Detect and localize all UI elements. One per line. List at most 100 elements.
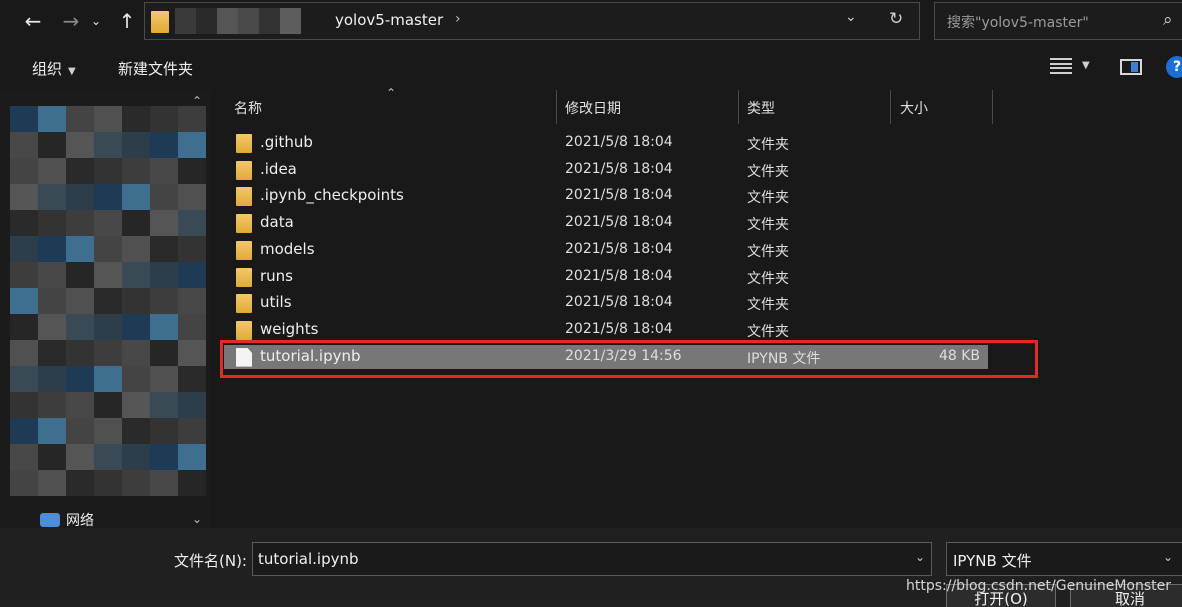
filetype-select[interactable]: IPYNB 文件 ⌄ [946,542,1182,576]
blur-cell [10,184,38,210]
new-folder-button[interactable]: 新建文件夹 [118,58,193,79]
chevron-down-icon[interactable]: ⌄ [915,550,925,564]
blur-cell [10,236,38,262]
column-header-name[interactable]: 名称 [234,90,262,124]
blur-cell [122,418,150,444]
blur-cell [38,236,66,262]
watermark-text: https://blog.csdn.net/GenuineMonster [906,578,1172,594]
file-type: 文件夹 [747,323,789,340]
blur-cell [122,392,150,418]
list-item[interactable]: .idea 2021/5/8 18:04 文件夹 [224,158,988,182]
column-header-type[interactable]: 类型 [747,90,775,124]
list-item[interactable]: utils 2021/5/8 18:04 文件夹 [224,291,988,315]
folder-icon [236,160,252,180]
blur-cell [38,106,66,132]
blur-cell [38,132,66,158]
list-item[interactable]: .github 2021/5/8 18:04 文件夹 [224,131,988,155]
triangle-down-icon: ▼ [68,66,76,77]
blurred-path [175,8,301,34]
address-bar[interactable]: yolov5-master › ⌄ ↻ [144,2,920,40]
blur-cell [10,418,38,444]
blur-cell [150,392,178,418]
column-divider[interactable] [556,90,557,124]
file-name: utils [260,293,292,312]
chevron-right-icon[interactable]: › [455,11,461,27]
file-date: 2021/5/8 18:04 [565,267,673,284]
filetype-value: IPYNB 文件 [953,552,1032,570]
file-type: 文件夹 [747,217,789,234]
filename-field[interactable]: tutorial.ipynb ⌄ [252,542,932,576]
folder-icon [151,11,169,33]
blur-cell [66,262,94,288]
organize-button[interactable]: 组织 ▼ [32,58,76,79]
search-input[interactable]: 搜索"yolov5-master" [947,12,1089,32]
blur-cell [150,444,178,470]
blur-cell [150,288,178,314]
breadcrumb-current-folder[interactable]: yolov5-master [335,11,443,29]
view-options-icon[interactable] [1050,58,1072,74]
blur-cell [122,340,150,366]
file-date: 2021/5/8 18:04 [565,320,673,337]
organize-label: 组织 [32,60,63,78]
blur-cell [66,366,94,392]
network-label: 网络 [66,513,94,529]
blur-cell [94,470,122,496]
blur-cell [38,470,66,496]
list-item[interactable]: runs 2021/5/8 18:04 文件夹 [224,265,988,289]
refresh-icon[interactable]: ↻ [889,9,903,29]
blur-cell [150,236,178,262]
folder-icon [236,294,252,314]
chevron-down-icon[interactable]: ⌄ [1163,550,1173,564]
blur-cell [66,158,94,184]
chevron-up-icon[interactable]: ⌃ [192,94,202,108]
file-type: 文件夹 [747,270,789,287]
filename-value[interactable]: tutorial.ipynb [258,550,359,568]
blur-cell [150,262,178,288]
file-name: data [260,213,294,232]
list-item[interactable]: .ipynb_checkpoints 2021/5/8 18:04 文件夹 [224,184,988,208]
list-item[interactable]: models 2021/5/8 18:04 文件夹 [224,238,988,262]
chevron-down-icon: ⌄ [90,14,102,28]
recent-locations-button[interactable]: ⌄ [86,6,106,36]
help-icon[interactable]: ? [1166,56,1182,78]
chevron-down-icon[interactable]: ⌄ [192,512,202,526]
filename-label: 文件名(N): [174,552,247,570]
blur-cell [66,184,94,210]
file-type: 文件夹 [747,163,789,180]
list-item[interactable]: weights 2021/5/8 18:04 文件夹 [224,318,988,342]
sidebar-item-network[interactable]: 网络 [40,510,94,530]
blur-cell [122,444,150,470]
back-button[interactable]: ← [18,6,48,36]
dialog-footer: 文件名(N): tutorial.ipynb ⌄ IPYNB 文件 ⌄ 打开(O… [0,528,1182,607]
blur-cell [150,340,178,366]
preview-pane-icon[interactable] [1120,59,1142,75]
blur-cell [66,392,94,418]
triangle-down-icon[interactable]: ▼ [1082,60,1090,71]
blur-cell [94,444,122,470]
up-button[interactable]: ↑ [112,6,142,36]
chevron-down-icon[interactable]: ⌄ [845,9,857,25]
column-header-size[interactable]: 大小 [900,90,928,124]
column-divider[interactable] [738,90,739,124]
column-header-date[interactable]: 修改日期 [565,90,621,124]
blur-cell [38,444,66,470]
blur-cell [66,288,94,314]
blur-cell [150,210,178,236]
file-name: runs [260,266,293,285]
folder-icon [236,187,252,207]
file-list: ⌃ 名称 修改日期 类型 大小 .github 2021/5/8 18:04 文… [210,86,1182,528]
blur-cell [10,288,38,314]
new-folder-label: 新建文件夹 [118,60,194,78]
list-item[interactable]: data 2021/5/8 18:04 文件夹 [224,211,988,235]
blur-cell [10,340,38,366]
file-type: 文件夹 [747,243,789,260]
blur-cell [38,366,66,392]
nav-scrollbar[interactable]: ⌃ ⌄ [190,90,208,528]
blur-cell [38,210,66,236]
search-box[interactable]: 搜索"yolov5-master" ⌕ [934,2,1182,40]
blur-cell [122,210,150,236]
column-divider[interactable] [890,90,891,124]
column-divider[interactable] [992,90,993,124]
forward-button[interactable]: → [56,6,86,36]
arrow-left-icon: ← [24,9,42,33]
